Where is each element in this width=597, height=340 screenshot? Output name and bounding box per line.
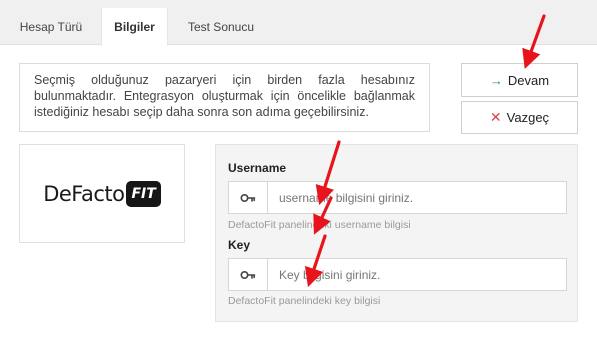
username-help-text: DefactoFit panelindeki username bilgisi — [228, 219, 411, 231]
close-icon: ✕ — [489, 109, 502, 125]
devam-button-label: Devam — [507, 72, 550, 88]
account-card-defacto-fit[interactable]: DeFacto FIT — [19, 144, 185, 243]
username-input-group — [228, 181, 567, 214]
username-input[interactable] — [268, 182, 566, 213]
key-label: Key — [228, 238, 251, 252]
key-icon — [229, 182, 268, 213]
fit-logo-badge: FIT — [126, 180, 161, 207]
arrow-right-icon: → — [489, 72, 503, 88]
tab-bar: Hesap Türü Bilgiler Test Sonucu — [0, 0, 597, 46]
devam-button[interactable]: → Devam — [461, 63, 578, 97]
tab-bilgiler[interactable]: Bilgiler — [101, 8, 168, 46]
vazgec-button[interactable]: ✕ Vazgeç — [461, 101, 578, 134]
tab-hesap-turu[interactable]: Hesap Türü — [8, 8, 94, 46]
key-help-text: DefactoFit panelindeki key bilgisi — [228, 295, 381, 307]
key-icon — [229, 259, 268, 290]
credentials-form: Username DefactoFit panelindeki username… — [215, 144, 578, 322]
info-message: Seçmiş olduğunuz pazaryeri için birden f… — [19, 63, 430, 132]
username-label: Username — [228, 161, 287, 175]
defacto-logo-text: DeFacto — [43, 181, 125, 206]
key-input[interactable] — [268, 259, 566, 290]
vazgec-button-label: Vazgeç — [506, 110, 550, 125]
tab-test-sonucu[interactable]: Test Sonucu — [176, 8, 266, 46]
key-input-group — [228, 258, 567, 291]
